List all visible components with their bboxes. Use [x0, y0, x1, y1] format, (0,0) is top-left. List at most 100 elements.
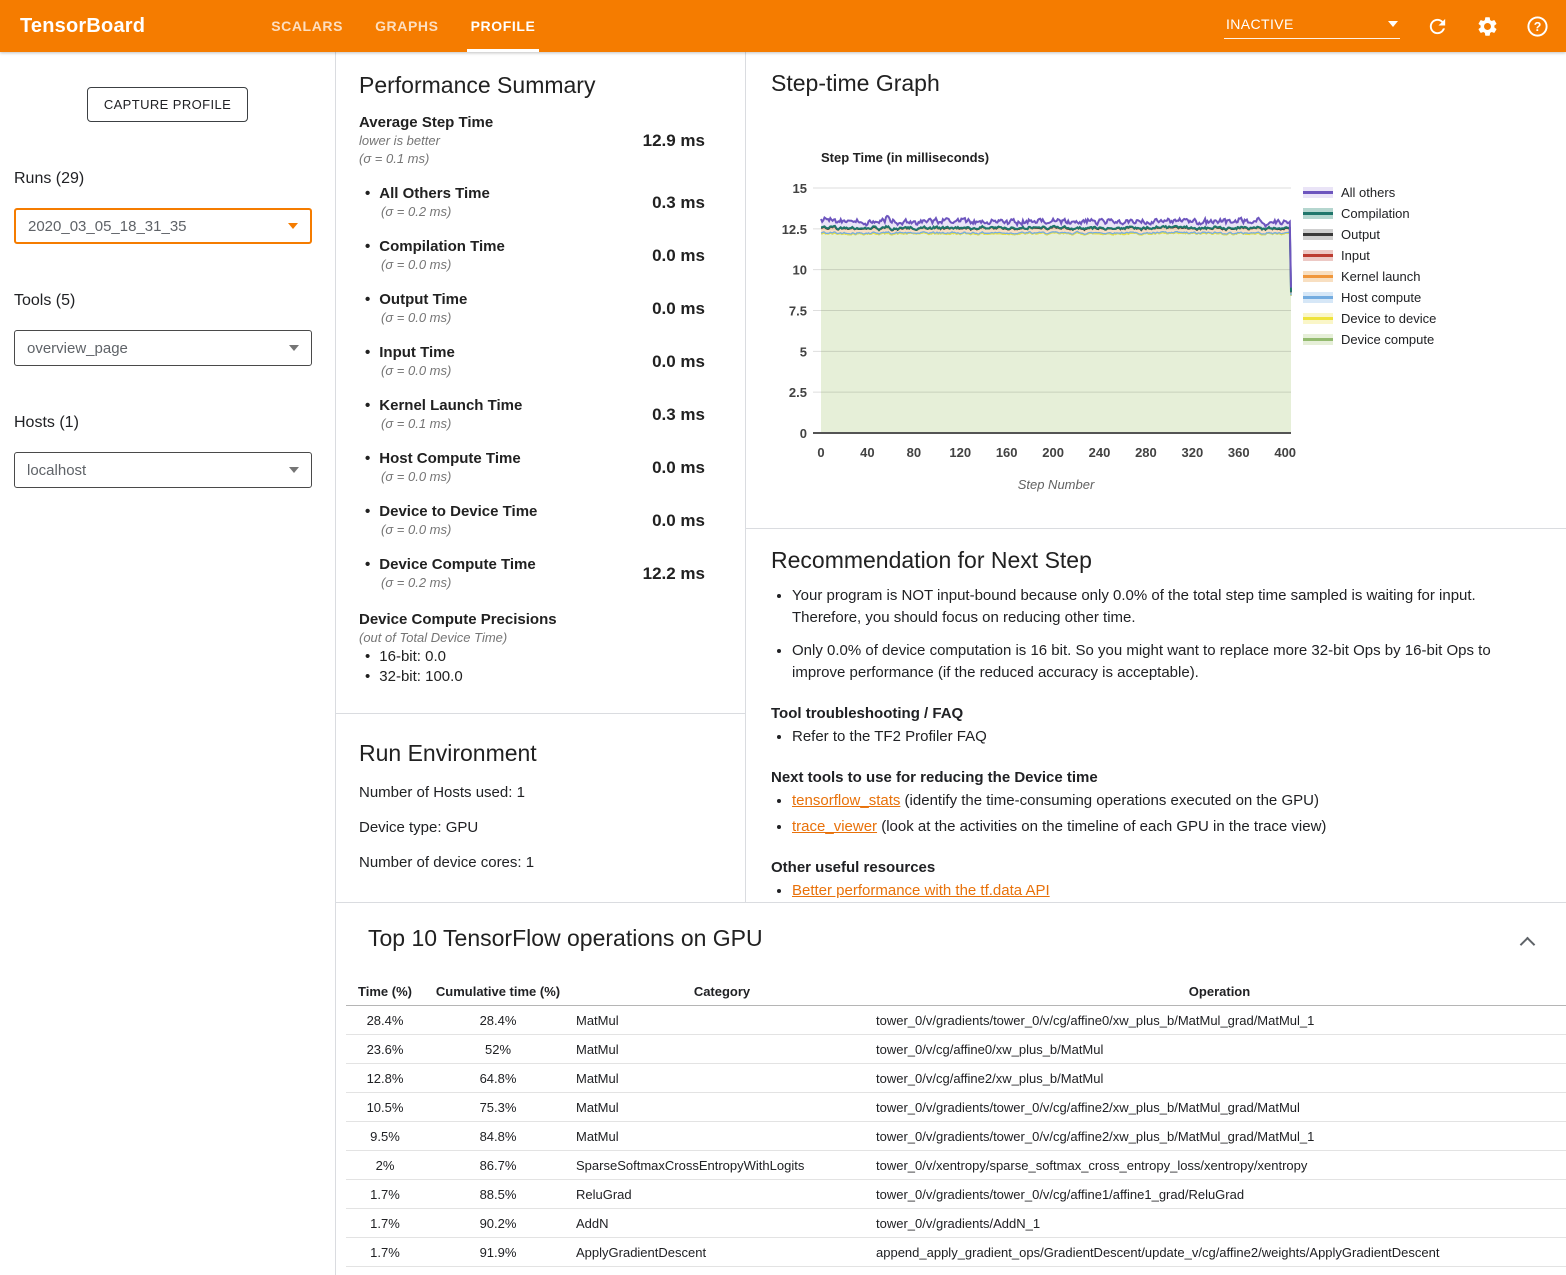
runs-select-value: 2020_03_05_18_31_35 [28, 218, 187, 235]
navbar-right: INACTIVE ? [1224, 0, 1550, 52]
col-header-cumulative: Cumulative time (%) [424, 978, 572, 1006]
svg-text:240: 240 [1089, 445, 1111, 460]
cell-operation: tower_0/v/gradients/AddN_1 [872, 1209, 1566, 1238]
cell-cumulative: 90.2% [424, 1209, 572, 1238]
cell-category: MatMul [572, 1006, 872, 1035]
status-dropdown[interactable]: INACTIVE [1224, 14, 1400, 39]
tab-graphs[interactable]: GRAPHS [359, 0, 455, 52]
faq-heading: Tool troubleshooting / FAQ [771, 705, 1527, 722]
precision-32bit: 32-bit: 100.0 [359, 667, 705, 687]
average-step-time-sigma: (σ = 0.1 ms) [359, 150, 493, 168]
perf-item-sigma: (σ = 0.0 ms) [365, 521, 537, 539]
runs-select[interactable]: 2020_03_05_18_31_35 [14, 208, 312, 244]
svg-text:5: 5 [800, 344, 807, 359]
chevron-down-icon [289, 467, 299, 473]
tensorboard-app: TensorBoard SCALARS GRAPHS PROFILE INACT… [0, 0, 1566, 1275]
legend-label: All others [1341, 185, 1396, 200]
svg-text:160: 160 [996, 445, 1018, 460]
svg-text:12.5: 12.5 [782, 222, 807, 237]
chevron-down-icon [288, 223, 298, 229]
cell-time: 28.4% [346, 1006, 424, 1035]
table-header-row: Time (%) Cumulative time (%) Category Op… [346, 978, 1566, 1006]
chart-xlabel: Step Number [1018, 477, 1095, 492]
main-area: Performance Summary Average Step Time lo… [335, 52, 1566, 1275]
tfdata-api-link[interactable]: Better performance with the tf.data API [792, 882, 1050, 899]
perf-item-value: 0.3 ms [652, 193, 705, 213]
cell-time: 1.7% [346, 1238, 424, 1267]
perf-item: Host Compute Time (σ = 0.0 ms) 0.0 ms [359, 449, 705, 486]
device-cores-line: Number of device cores: 1 [359, 854, 705, 872]
average-step-time-note: lower is better [359, 132, 493, 150]
svg-text:200: 200 [1042, 445, 1064, 460]
hosts-select-value: localhost [27, 462, 86, 479]
svg-text:2.5: 2.5 [789, 385, 807, 400]
chevron-down-icon [289, 345, 299, 351]
perf-item-label: Host Compute Time [365, 449, 521, 468]
table-row: 9.5% 84.8% MatMul tower_0/v/gradients/to… [346, 1122, 1566, 1151]
next-tool-desc: (identify the time-consuming operations … [900, 792, 1319, 809]
cell-category: SparseSoftmaxCrossEntropyWithLogits [572, 1151, 872, 1180]
performance-summary-card: Performance Summary Average Step Time lo… [336, 52, 745, 714]
cell-operation: tower_0/v/cg/affine0/xw_plus_b/MatMul [872, 1035, 1566, 1064]
step-time-chart[interactable]: Step Time (in milliseconds)02.557.51012.… [771, 146, 1566, 506]
hosts-select[interactable]: localhost [14, 452, 312, 488]
capture-profile-button[interactable]: CAPTURE PROFILE [87, 87, 248, 122]
top-ops-table: Time (%) Cumulative time (%) Category Op… [346, 978, 1566, 1267]
cell-category: ReluGrad [572, 1180, 872, 1209]
perf-item-sigma: (σ = 0.0 ms) [365, 362, 455, 380]
perf-item-label: All Others Time [365, 184, 490, 203]
tab-scalars[interactable]: SCALARS [255, 0, 359, 52]
tools-select[interactable]: overview_page [14, 330, 312, 366]
tab-profile[interactable]: PROFILE [455, 0, 552, 52]
cell-time: 10.5% [346, 1093, 424, 1122]
cell-time: 1.7% [346, 1209, 424, 1238]
cell-cumulative: 64.8% [424, 1064, 572, 1093]
table-row: 28.4% 28.4% MatMul tower_0/v/gradients/t… [346, 1006, 1566, 1035]
col-header-time: Time (%) [346, 978, 424, 1006]
legend-label: Device to device [1341, 311, 1436, 326]
svg-text:7.5: 7.5 [789, 304, 807, 319]
table-row: 2% 86.7% SparseSoftmaxCrossEntropyWithLo… [346, 1151, 1566, 1180]
step-time-graph-card: Step-time Graph Step Time (in millisecon… [746, 52, 1566, 529]
perf-item-sigma: (σ = 0.1 ms) [365, 415, 522, 433]
cell-operation: append_apply_gradient_ops/GradientDescen… [872, 1238, 1566, 1267]
svg-text:280: 280 [1135, 445, 1157, 460]
help-icon[interactable]: ? [1524, 13, 1550, 39]
perf-item-sigma: (σ = 0.0 ms) [365, 309, 467, 327]
cell-cumulative: 75.3% [424, 1093, 572, 1122]
refresh-icon[interactable] [1424, 13, 1450, 39]
svg-text:10: 10 [793, 263, 807, 278]
next-tool-item: trace_viewer (look at the activities on … [792, 816, 1527, 838]
legend-label: Kernel launch [1341, 269, 1421, 284]
perf-item-value: 12.2 ms [643, 564, 705, 584]
recommendation-bullet: Your program is NOT input-bound because … [792, 585, 1527, 629]
device-type-line: Device type: GPU [359, 819, 705, 837]
next-tools-heading: Next tools to use for reducing the Devic… [771, 769, 1527, 786]
trace-viewer-link[interactable]: trace_viewer [792, 818, 877, 835]
precisions-title: Device Compute Precisions [359, 610, 705, 629]
cell-operation: tower_0/v/gradients/tower_0/v/cg/affine2… [872, 1122, 1566, 1151]
chart-title: Step Time (in milliseconds) [821, 150, 989, 165]
cell-cumulative: 86.7% [424, 1151, 572, 1180]
legend-label: Device compute [1341, 332, 1434, 347]
right-column: Step-time Graph Step Time (in millisecon… [746, 52, 1566, 902]
svg-text:320: 320 [1182, 445, 1204, 460]
perf-item-label: Device to Device Time [365, 502, 537, 521]
average-step-time-label: Average Step Time [359, 113, 493, 132]
step-time-graph-title: Step-time Graph [771, 70, 1566, 97]
recommendation-title: Recommendation for Next Step [771, 547, 1527, 574]
tensorflow-stats-link[interactable]: tensorflow_stats [792, 792, 900, 809]
legend-label: Output [1341, 227, 1380, 242]
run-environment-title: Run Environment [359, 740, 705, 767]
navbar: TensorBoard SCALARS GRAPHS PROFILE INACT… [0, 0, 1566, 52]
perf-item-value: 0.0 ms [652, 246, 705, 266]
cell-cumulative: 84.8% [424, 1122, 572, 1151]
table-row: 1.7% 91.9% ApplyGradientDescent append_a… [346, 1238, 1566, 1267]
settings-gear-icon[interactable] [1474, 13, 1500, 39]
perf-item: Output Time (σ = 0.0 ms) 0.0 ms [359, 290, 705, 327]
sidebar: CAPTURE PROFILE Runs (29) 2020_03_05_18_… [0, 52, 335, 1275]
cell-time: 23.6% [346, 1035, 424, 1064]
table-row: 23.6% 52% MatMul tower_0/v/cg/affine0/xw… [346, 1035, 1566, 1064]
cell-operation: tower_0/v/xentropy/sparse_softmax_cross_… [872, 1151, 1566, 1180]
perf-item-sigma: (σ = 0.2 ms) [365, 574, 536, 592]
